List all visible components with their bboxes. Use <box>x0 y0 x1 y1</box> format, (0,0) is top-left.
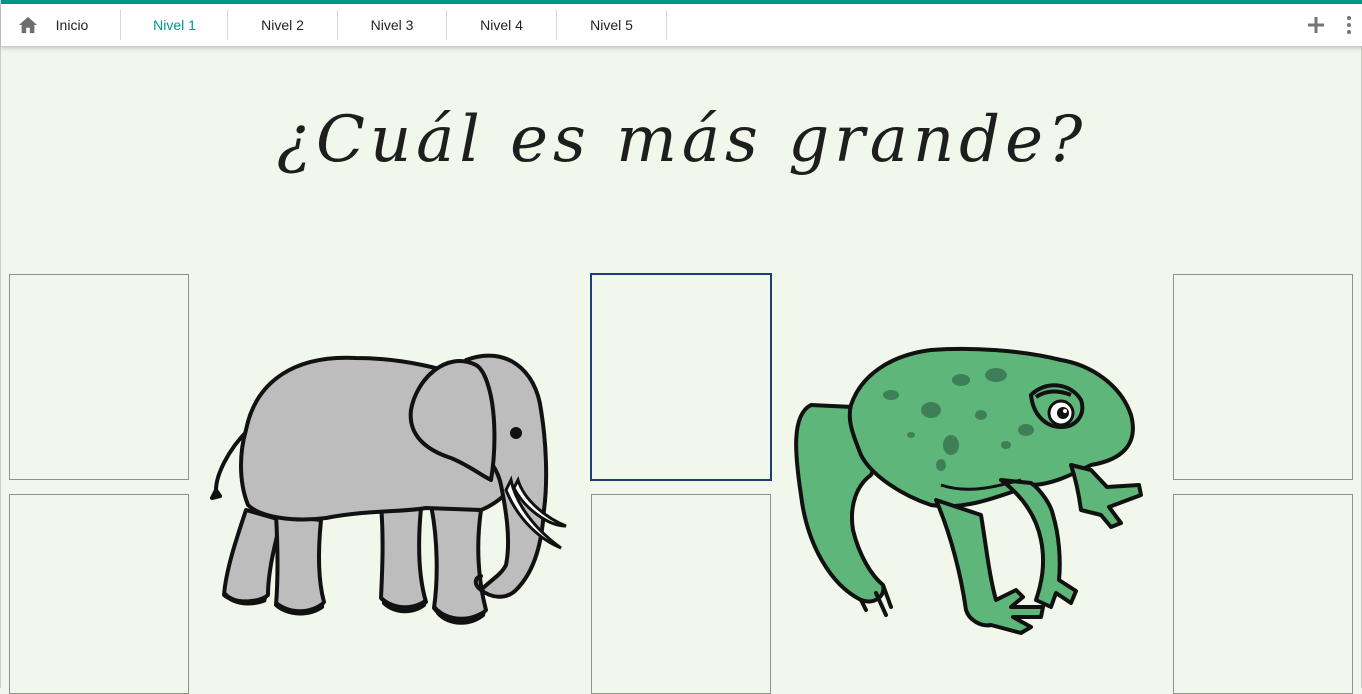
plus-icon[interactable] <box>1307 16 1325 34</box>
answer-slot-center-top[interactable] <box>590 273 772 481</box>
answer-slot-left-top[interactable] <box>9 274 189 480</box>
tab-nivel-3[interactable]: Nivel 3 <box>338 4 446 46</box>
top-nav: Inicio Nivel 1 Nivel 2 Nivel 3 Nivel 4 N… <box>1 4 1362 46</box>
answer-slot-right-bottom[interactable] <box>1173 494 1353 694</box>
tab-nivel-1[interactable]: Nivel 1 <box>121 4 228 46</box>
tab-nivel-4[interactable]: Nivel 4 <box>447 4 556 46</box>
frog-picture[interactable] <box>791 335 1156 640</box>
home-icon[interactable] <box>17 15 39 35</box>
tab-nivel-5[interactable]: Nivel 5 <box>557 4 666 46</box>
elephant-picture[interactable] <box>206 340 576 635</box>
tab-divider <box>666 10 667 40</box>
tab-inicio[interactable]: Inicio <box>47 4 97 46</box>
activity-title: ¿Cuál es más grande? <box>276 103 1088 177</box>
answer-slot-left-bottom[interactable] <box>9 494 189 694</box>
tab-nivel-2[interactable]: Nivel 2 <box>228 4 337 46</box>
answer-slot-right-top[interactable] <box>1173 274 1353 480</box>
answer-slot-center-bottom[interactable] <box>591 494 771 694</box>
more-vert-icon[interactable] <box>1343 15 1355 35</box>
